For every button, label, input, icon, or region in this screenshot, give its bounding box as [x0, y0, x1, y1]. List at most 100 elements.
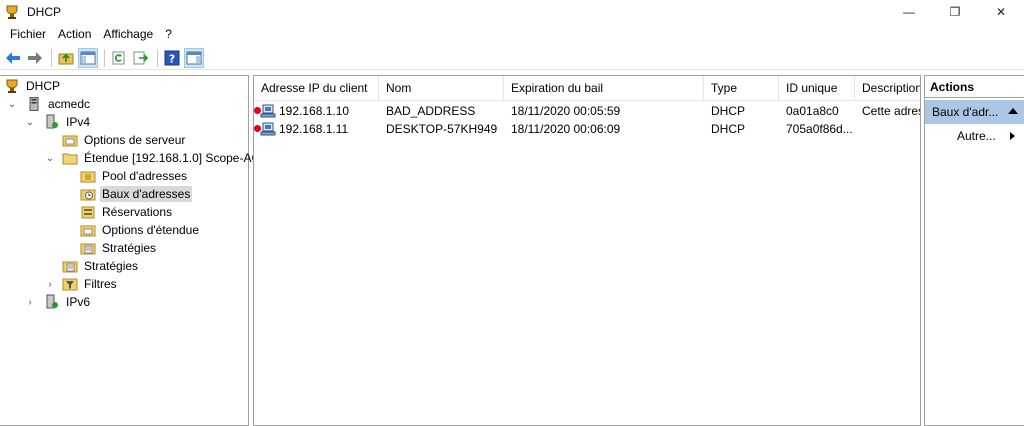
column-header-uid[interactable]: ID unique [779, 76, 855, 101]
menu-affichage[interactable]: Affichage [97, 24, 159, 44]
forward-arrow-icon[interactable] [25, 48, 45, 68]
chevron-right-icon[interactable]: › [44, 275, 56, 293]
tree-node-server-options[interactable]: Options de serveur [62, 131, 187, 149]
up-folder-icon[interactable] [56, 48, 76, 68]
menu-fichier[interactable]: Fichier [4, 24, 52, 44]
export-list-icon[interactable] [131, 48, 151, 68]
minimize-button[interactable]: — [886, 0, 932, 24]
tree-label: Options de serveur [84, 133, 186, 147]
action-label: Autre... [957, 129, 996, 143]
folder-icon [62, 150, 78, 166]
column-header-type[interactable]: Type [704, 76, 779, 101]
folder-options-icon [80, 222, 96, 238]
lease-name: DESKTOP-57KH949 [386, 122, 498, 136]
menu-action[interactable]: Action [52, 24, 97, 44]
lease-description: Cette adres [862, 104, 920, 118]
table-row[interactable]: 192.168.1.10 BAD_ADDRESS 18/11/2020 00:0… [254, 102, 920, 120]
reservations-icon [80, 204, 96, 220]
tree-node-scope-options[interactable]: Options d'étendue [80, 221, 201, 239]
column-header-description[interactable]: Description [855, 76, 920, 101]
column-header-expiration[interactable]: Expiration du bail [504, 76, 704, 101]
tree-label: IPv6 [66, 295, 91, 309]
lease-expiration: 18/11/2020 00:06:09 [511, 122, 621, 136]
action-more-actions[interactable]: Autre... [925, 124, 1024, 148]
table-row[interactable]: 192.168.1.11 DESKTOP-57KH949 18/11/2020 … [254, 120, 920, 138]
chevron-down-icon[interactable]: ⌄ [44, 149, 56, 167]
tree-node-scope[interactable]: ⌄ Étendue [192.168.1.0] Scope-AC [44, 149, 262, 167]
tree-label: Baux d'adresses [100, 186, 193, 202]
actions-pane: Actions Baux d'adr... Autre... [924, 75, 1024, 426]
actions-group-address-leases[interactable]: Baux d'adr... [925, 100, 1024, 124]
window-title: DHCP [27, 5, 62, 19]
maximize-button[interactable]: ❐ [932, 0, 978, 24]
tree-node-policies[interactable]: Stratégies [62, 257, 140, 275]
leases-list-view[interactable]: Adresse IP du client Nom Expiration du b… [253, 75, 921, 426]
tree-node-ipv6[interactable]: › IPv6 [24, 293, 92, 311]
tree-node-dhcp[interactable]: DHCP [4, 77, 62, 95]
dhcp-icon [4, 78, 20, 94]
toolbar-separator [104, 48, 105, 67]
help-icon[interactable]: ? [162, 48, 182, 68]
submenu-arrow-icon [1010, 132, 1015, 140]
tree-label: Pool d'adresses [102, 169, 188, 183]
tree-label: acmedc [48, 97, 91, 111]
lease-uid: 705a0f86d... [786, 122, 853, 136]
tree-label: Réservations [102, 205, 173, 219]
lease-uid: 0a01a8c0 [786, 104, 839, 118]
lease-computer-icon [254, 121, 277, 137]
menu-help[interactable]: ? [159, 24, 178, 44]
lease-type: DHCP [711, 104, 746, 118]
show-hide-action-pane-icon[interactable] [184, 47, 204, 68]
list-header: Adresse IP du client Nom Expiration du b… [254, 76, 920, 101]
policies-icon [62, 258, 78, 274]
tree-label: Stratégies [84, 259, 139, 273]
dhcp-app-icon [4, 4, 20, 20]
toolbar-separator [51, 48, 52, 67]
lease-type: DHCP [711, 122, 746, 136]
cell-ip: 192.168.1.10 [254, 102, 379, 120]
tree-node-address-leases[interactable]: Baux d'adresses [80, 185, 193, 203]
lease-name: BAD_ADDRESS [386, 104, 476, 118]
tree-label: Stratégies [102, 241, 157, 255]
bad-address-status-icon [254, 107, 261, 114]
tree-node-address-pool[interactable]: Pool d'adresses [80, 167, 189, 185]
actions-group-label: Baux d'adr... [932, 105, 999, 119]
lease-expiration: 18/11/2020 00:05:59 [511, 104, 621, 118]
filter-icon [62, 276, 78, 292]
chevron-right-icon[interactable]: › [24, 293, 36, 311]
column-header-ip[interactable]: Adresse IP du client [254, 76, 379, 101]
cell-ip: 192.168.1.11 [254, 120, 379, 138]
ipv6-icon [44, 294, 60, 310]
tree-node-ipv4[interactable]: ⌄ IPv4 [24, 113, 92, 131]
svg-text:?: ? [169, 52, 175, 65]
tree-node-filters[interactable]: › Filtres [44, 275, 119, 293]
tree-node-scope-policies[interactable]: Stratégies [80, 239, 158, 257]
collapse-triangle-icon[interactable] [1008, 108, 1018, 114]
tree-label: Filtres [84, 277, 117, 291]
close-button[interactable]: ✕ [978, 0, 1024, 24]
lease-ip: 192.168.1.11 [279, 122, 349, 136]
bad-address-status-icon [254, 125, 261, 132]
tree-node-reservations[interactable]: Réservations [80, 203, 174, 221]
ipv4-icon [44, 114, 60, 130]
chevron-down-icon[interactable]: ⌄ [6, 95, 18, 113]
toolbar: ? [0, 46, 1024, 70]
folder-clock-icon [80, 186, 96, 202]
refresh-icon[interactable] [109, 48, 129, 68]
folder-pool-icon [80, 168, 96, 184]
folder-options-icon [62, 132, 78, 148]
menu-bar: Fichier Action Affichage ? [0, 24, 1024, 44]
show-hide-tree-icon[interactable] [78, 47, 98, 68]
title-bar: DHCP — ❐ ✕ [0, 0, 1024, 24]
tree-label: Étendue [192.168.1.0] Scope-AC [84, 151, 261, 165]
tree-label: Options d'étendue [102, 223, 200, 237]
toolbar-separator [157, 48, 158, 67]
policies-icon [80, 240, 96, 256]
lease-ip: 192.168.1.10 [279, 104, 350, 118]
console-tree[interactable]: DHCP ⌄ acmedc ⌄ IPv4 Options de serveur … [0, 75, 260, 426]
column-header-name[interactable]: Nom [379, 76, 504, 101]
lease-computer-icon [254, 103, 277, 119]
back-arrow-icon[interactable] [3, 48, 23, 68]
tree-node-server[interactable]: ⌄ acmedc [6, 95, 92, 113]
chevron-down-icon[interactable]: ⌄ [24, 113, 36, 131]
